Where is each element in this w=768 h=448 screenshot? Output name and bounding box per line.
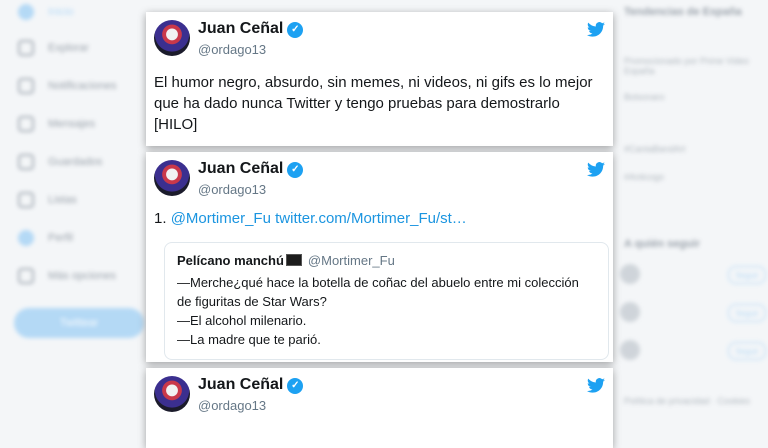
follow-button[interactable]: Seguir: [728, 342, 766, 360]
avatar: [620, 264, 640, 284]
tweet-text: El humor negro, absurdo, sin memes, ni v…: [154, 74, 593, 133]
nav-label: Inicio: [48, 6, 74, 18]
trend-line[interactable]: Bolsonaro: [624, 92, 665, 102]
bell-icon: [18, 78, 34, 94]
author-handle[interactable]: @ordago13: [198, 398, 266, 413]
nav-item-notificaciones[interactable]: Notificaciones: [18, 74, 116, 98]
quoted-author-handle: @Mortimer_Fu: [307, 253, 395, 268]
nav-item-listas[interactable]: Listas: [18, 188, 77, 212]
twitter-bird-icon[interactable]: [587, 162, 605, 177]
quoted-text-line: —La madre que te parió.: [177, 332, 321, 347]
quoted-tweet[interactable]: Pelícano manchú @Mortimer_Fu —Merche¿qué …: [164, 242, 609, 360]
tweet-card[interactable]: Juan Ceñal ✓ @ordago13: [146, 368, 613, 448]
avatar[interactable]: [154, 160, 190, 196]
avatar: [620, 302, 640, 322]
envelope-icon: [18, 116, 34, 132]
author-name-text: Juan Ceñal: [198, 160, 284, 177]
nav-item-guardados[interactable]: Guardados: [18, 150, 102, 174]
trend-line[interactable]: #CantaBandArt: [624, 144, 686, 154]
avatar[interactable]: [154, 20, 190, 56]
tweet-button[interactable]: Twittear: [14, 308, 144, 338]
quoted-text-line: —Merche¿qué hace la botella de coñac del…: [177, 275, 579, 290]
author-handle[interactable]: @ordago13: [198, 182, 266, 197]
nav-label: Más opciones: [48, 270, 116, 282]
author-handle[interactable]: @ordago13: [198, 42, 266, 57]
url-link[interactable]: twitter.com/Mortimer_Fu/st…: [275, 210, 467, 227]
follow-title: A quién seguir: [624, 238, 700, 250]
avatar[interactable]: [154, 376, 190, 412]
follow-button[interactable]: Seguir: [728, 266, 766, 284]
more-icon: [18, 268, 34, 284]
verified-badge-icon: ✓: [287, 162, 304, 178]
bookmark-icon: [18, 154, 34, 170]
tweet-card[interactable]: Juan Ceñal ✓ @ordago13 El humor negro, ab…: [146, 12, 613, 146]
author-name[interactable]: Juan Ceñal ✓: [198, 160, 304, 178]
nav-item-mensajes[interactable]: Mensajes: [18, 112, 95, 136]
nav-item-perfil[interactable]: Perfil: [18, 226, 73, 250]
twitter-bird-icon[interactable]: [587, 378, 605, 393]
profile-icon: [18, 230, 34, 246]
mention-link[interactable]: @Mortimer_Fu: [171, 210, 271, 227]
nav-item-mas-opciones[interactable]: Más opciones: [18, 264, 116, 288]
nav-label: Explorar: [48, 42, 89, 54]
verified-badge-icon: ✓: [287, 22, 304, 38]
tweet-text: 1. @Mortimer_Fu twitter.com/Mortimer_Fu/…: [154, 208, 601, 229]
nav-label: Perfil: [48, 232, 74, 244]
right-panel: Tendencias de España Promocionado por Pr…: [616, 0, 768, 432]
avatar: [620, 340, 640, 360]
nav-label: Mensajes: [48, 118, 96, 130]
author-name-text: Juan Ceñal: [198, 376, 284, 393]
trend-line[interactable]: Promocionado por Prime Video España: [624, 56, 768, 76]
pirate-flag-icon: [285, 254, 302, 266]
author-name-text: Juan Ceñal: [198, 20, 284, 37]
quoted-text-line: de figuritas de Star Wars?: [177, 294, 327, 309]
nav-label: Listas: [48, 194, 77, 206]
nav-label: Guardados: [48, 156, 103, 168]
quoted-author-name: Pelícano manchú: [177, 253, 284, 268]
author-name[interactable]: Juan Ceñal ✓: [198, 20, 304, 38]
quoted-tweet-header: Pelícano manchú @Mortimer_Fu: [177, 253, 596, 268]
trend-line[interactable]: #Anticogo: [624, 172, 664, 182]
nav-item-explorar[interactable]: Explorar: [18, 36, 89, 60]
trends-title: Tendencias de España: [624, 6, 742, 18]
nav-label: Notificaciones: [48, 80, 117, 92]
hashtag-icon: [18, 40, 34, 56]
author-name[interactable]: Juan Ceñal ✓: [198, 376, 304, 394]
nav-item-inicio[interactable]: Inicio: [18, 0, 74, 24]
home-icon: [18, 4, 34, 20]
footer-links[interactable]: Política de privacidad · Cookies: [624, 396, 750, 406]
tweet-card[interactable]: Juan Ceñal ✓ @ordago13 1. @Mortimer_Fu tw…: [146, 152, 613, 362]
quoted-text-line: —El alcohol milenario.: [177, 313, 307, 328]
twitter-bird-icon[interactable]: [587, 22, 605, 37]
verified-badge-icon: ✓: [287, 378, 304, 394]
thread-number: 1.: [154, 210, 167, 227]
follow-button[interactable]: Seguir: [728, 304, 766, 322]
list-icon: [18, 192, 34, 208]
